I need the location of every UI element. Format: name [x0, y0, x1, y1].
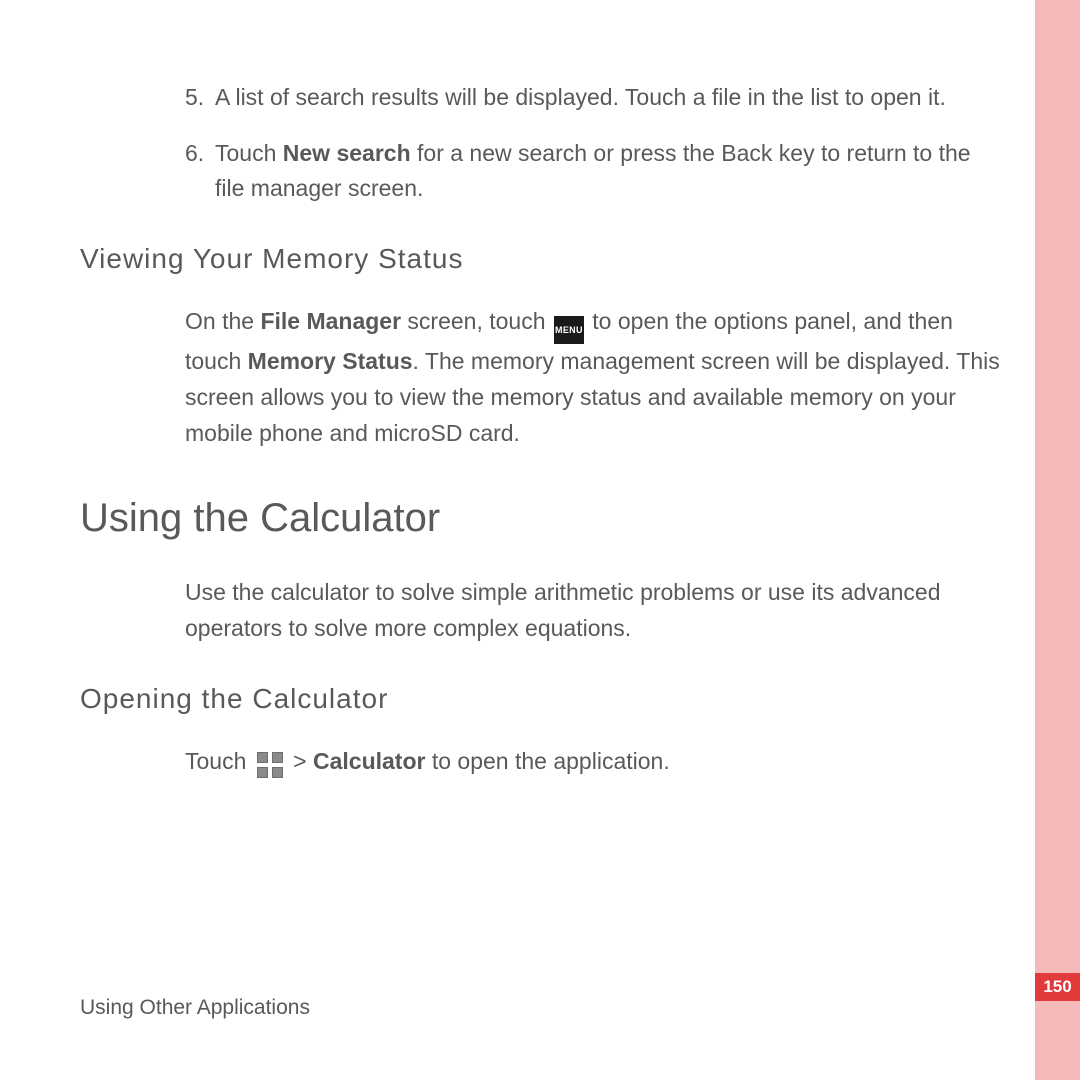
list-item: 6. Touch New search for a new search or …: [80, 136, 1000, 207]
text: Touch: [215, 140, 283, 166]
bold-text: New search: [283, 140, 411, 166]
bold-text: Memory Status: [248, 348, 413, 374]
menu-icon: MENU: [554, 316, 584, 344]
heading-using-calculator: Using the Calculator: [80, 487, 1000, 549]
page-content: 5. A list of search results will be disp…: [80, 80, 1000, 790]
text: to open the application.: [425, 748, 669, 774]
list-number: 5.: [185, 80, 215, 116]
list-body: Touch New search for a new search or pre…: [215, 136, 1000, 207]
subheading-memory-status: Viewing Your Memory Status: [80, 237, 1000, 280]
text: On the: [185, 308, 260, 334]
paragraph: On the File Manager screen, touch MENU t…: [80, 304, 1000, 451]
apps-grid-icon: [257, 752, 283, 778]
list-body: A list of search results will be display…: [215, 80, 1000, 116]
text: Touch: [185, 748, 253, 774]
paragraph: Use the calculator to solve simple arith…: [80, 575, 1000, 646]
text: screen, touch: [401, 308, 552, 334]
paragraph: Touch > Calculator to open the applicati…: [80, 744, 1000, 780]
text: >: [287, 748, 313, 774]
side-band: [1035, 0, 1080, 1080]
bold-text: Calculator: [313, 748, 425, 774]
page-number-tab: 150: [1035, 973, 1080, 1001]
subheading-opening-calculator: Opening the Calculator: [80, 677, 1000, 720]
list-item: 5. A list of search results will be disp…: [80, 80, 1000, 116]
footer-chapter-title: Using Other Applications: [80, 996, 310, 1020]
bold-text: File Manager: [260, 308, 401, 334]
list-number: 6.: [185, 136, 215, 207]
